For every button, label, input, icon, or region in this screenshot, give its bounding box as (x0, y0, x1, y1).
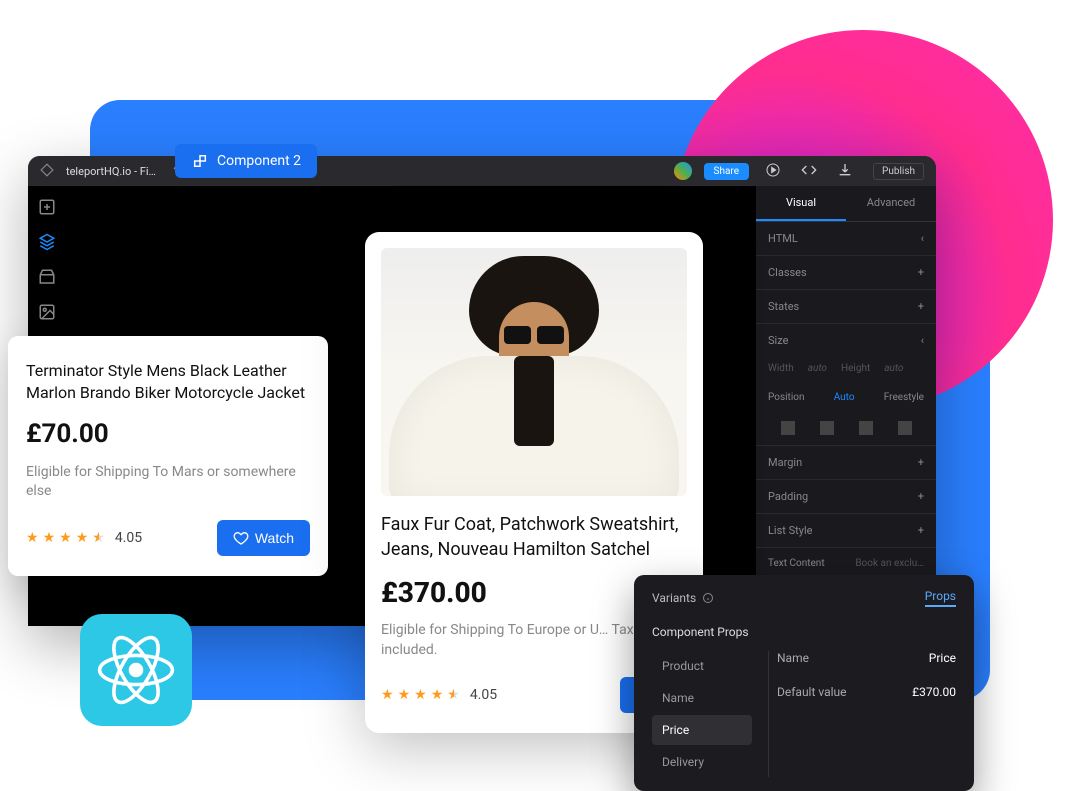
props-panel: Variants Props Component Props Product N… (634, 575, 974, 791)
plus-icon[interactable]: + (918, 490, 924, 503)
tab-variants[interactable]: Variants (652, 591, 714, 605)
rating-value: 4.05 (470, 687, 497, 703)
align-left-icon[interactable] (781, 421, 795, 435)
star-icon: ★ (26, 530, 39, 546)
section-html[interactable]: HTML ‹ (756, 222, 936, 256)
component-chip-label: Component 2 (217, 153, 301, 169)
publish-button[interactable]: Publish (873, 163, 924, 180)
code-icon[interactable] (797, 162, 821, 181)
chevron-left-icon: ‹ (921, 232, 924, 245)
star-icon: ★ (431, 687, 444, 703)
rating-stars: ★ ★ ★ ★ ★ 4.05 (381, 687, 497, 703)
info-icon (702, 592, 714, 604)
field-default-value[interactable]: £370.00 (912, 685, 956, 699)
position-freestyle[interactable]: Freestyle (884, 392, 924, 403)
layers-icon[interactable] (38, 233, 56, 254)
width-value[interactable]: auto (808, 363, 827, 374)
star-half-icon: ★ (447, 687, 460, 703)
react-icon (96, 630, 176, 710)
plus-icon[interactable]: + (918, 266, 924, 279)
project-title[interactable]: teleportHQ.io - Fi… (66, 165, 156, 178)
prop-item-price[interactable]: Price (652, 715, 752, 745)
section-position: Position Auto Freestyle (756, 384, 936, 411)
product-name: Terminator Style Mens Black Leather Marl… (26, 360, 310, 405)
plus-icon[interactable]: + (918, 456, 924, 469)
titlebar: teleportHQ.io - Fi… − 38% + Share Publis… (28, 156, 936, 186)
tab-props[interactable]: Props (925, 589, 956, 607)
star-icon: ★ (43, 530, 56, 546)
product-card-left: Terminator Style Mens Black Leather Marl… (8, 336, 328, 576)
prop-item-name[interactable]: Name (652, 683, 752, 713)
section-size[interactable]: Size ‹ (756, 324, 936, 357)
field-name-value[interactable]: Price (929, 651, 956, 665)
field-name-label: Name (777, 651, 809, 665)
props-heading: Component Props (634, 617, 974, 651)
inspector-panel: Visual Advanced HTML ‹ Classes + States … (756, 186, 936, 626)
rating-value: 4.05 (115, 530, 142, 546)
tab-visual[interactable]: Visual (756, 186, 846, 221)
avatar[interactable] (674, 162, 692, 180)
plus-icon[interactable]: + (918, 300, 924, 313)
star-half-icon: ★ (92, 530, 105, 546)
react-logo-chip (80, 614, 192, 726)
add-icon[interactable] (38, 198, 56, 219)
align-row (756, 411, 936, 446)
section-list-style[interactable]: List Style + (756, 514, 936, 548)
star-icon: ★ (76, 530, 89, 546)
product-price: £70.00 (26, 419, 310, 449)
shipping-text: Eligible for Shipping To Mars or somewhe… (26, 463, 310, 502)
component-icon (191, 152, 209, 170)
align-right-icon[interactable] (859, 421, 873, 435)
star-icon: ★ (381, 687, 394, 703)
product-name: Faux Fur Coat, Patchwork Sweatshirt, Jea… (381, 512, 687, 562)
download-icon[interactable] (833, 162, 857, 181)
app-logo-icon (40, 163, 54, 180)
play-icon[interactable] (761, 162, 785, 181)
prop-item-product[interactable]: Product (652, 651, 752, 681)
product-image (381, 248, 687, 496)
field-default-label: Default value (777, 685, 847, 699)
align-center-icon[interactable] (820, 421, 834, 435)
size-values: Width auto Height auto (756, 357, 936, 384)
share-button[interactable]: Share (704, 163, 749, 180)
height-value[interactable]: auto (884, 363, 903, 374)
plus-icon[interactable]: + (918, 524, 924, 537)
star-icon: ★ (414, 687, 427, 703)
heart-icon (233, 530, 249, 546)
star-icon: ★ (59, 530, 72, 546)
image-icon[interactable] (38, 303, 56, 324)
section-classes[interactable]: Classes + (756, 256, 936, 290)
align-justify-icon[interactable] (898, 421, 912, 435)
rating-stars: ★ ★ ★ ★ ★ 4.05 (26, 530, 142, 546)
section-states[interactable]: States + (756, 290, 936, 324)
chevron-left-icon: ‹ (921, 334, 924, 347)
assets-icon[interactable] (38, 268, 56, 289)
section-padding[interactable]: Padding + (756, 480, 936, 514)
watch-button[interactable]: Watch (217, 520, 310, 556)
position-auto[interactable]: Auto (834, 392, 855, 403)
star-icon: ★ (398, 687, 411, 703)
props-list: Product Name Price Delivery (652, 651, 752, 777)
section-margin[interactable]: Margin + (756, 446, 936, 480)
tab-advanced[interactable]: Advanced (846, 186, 936, 221)
component-chip[interactable]: Component 2 (175, 144, 317, 178)
